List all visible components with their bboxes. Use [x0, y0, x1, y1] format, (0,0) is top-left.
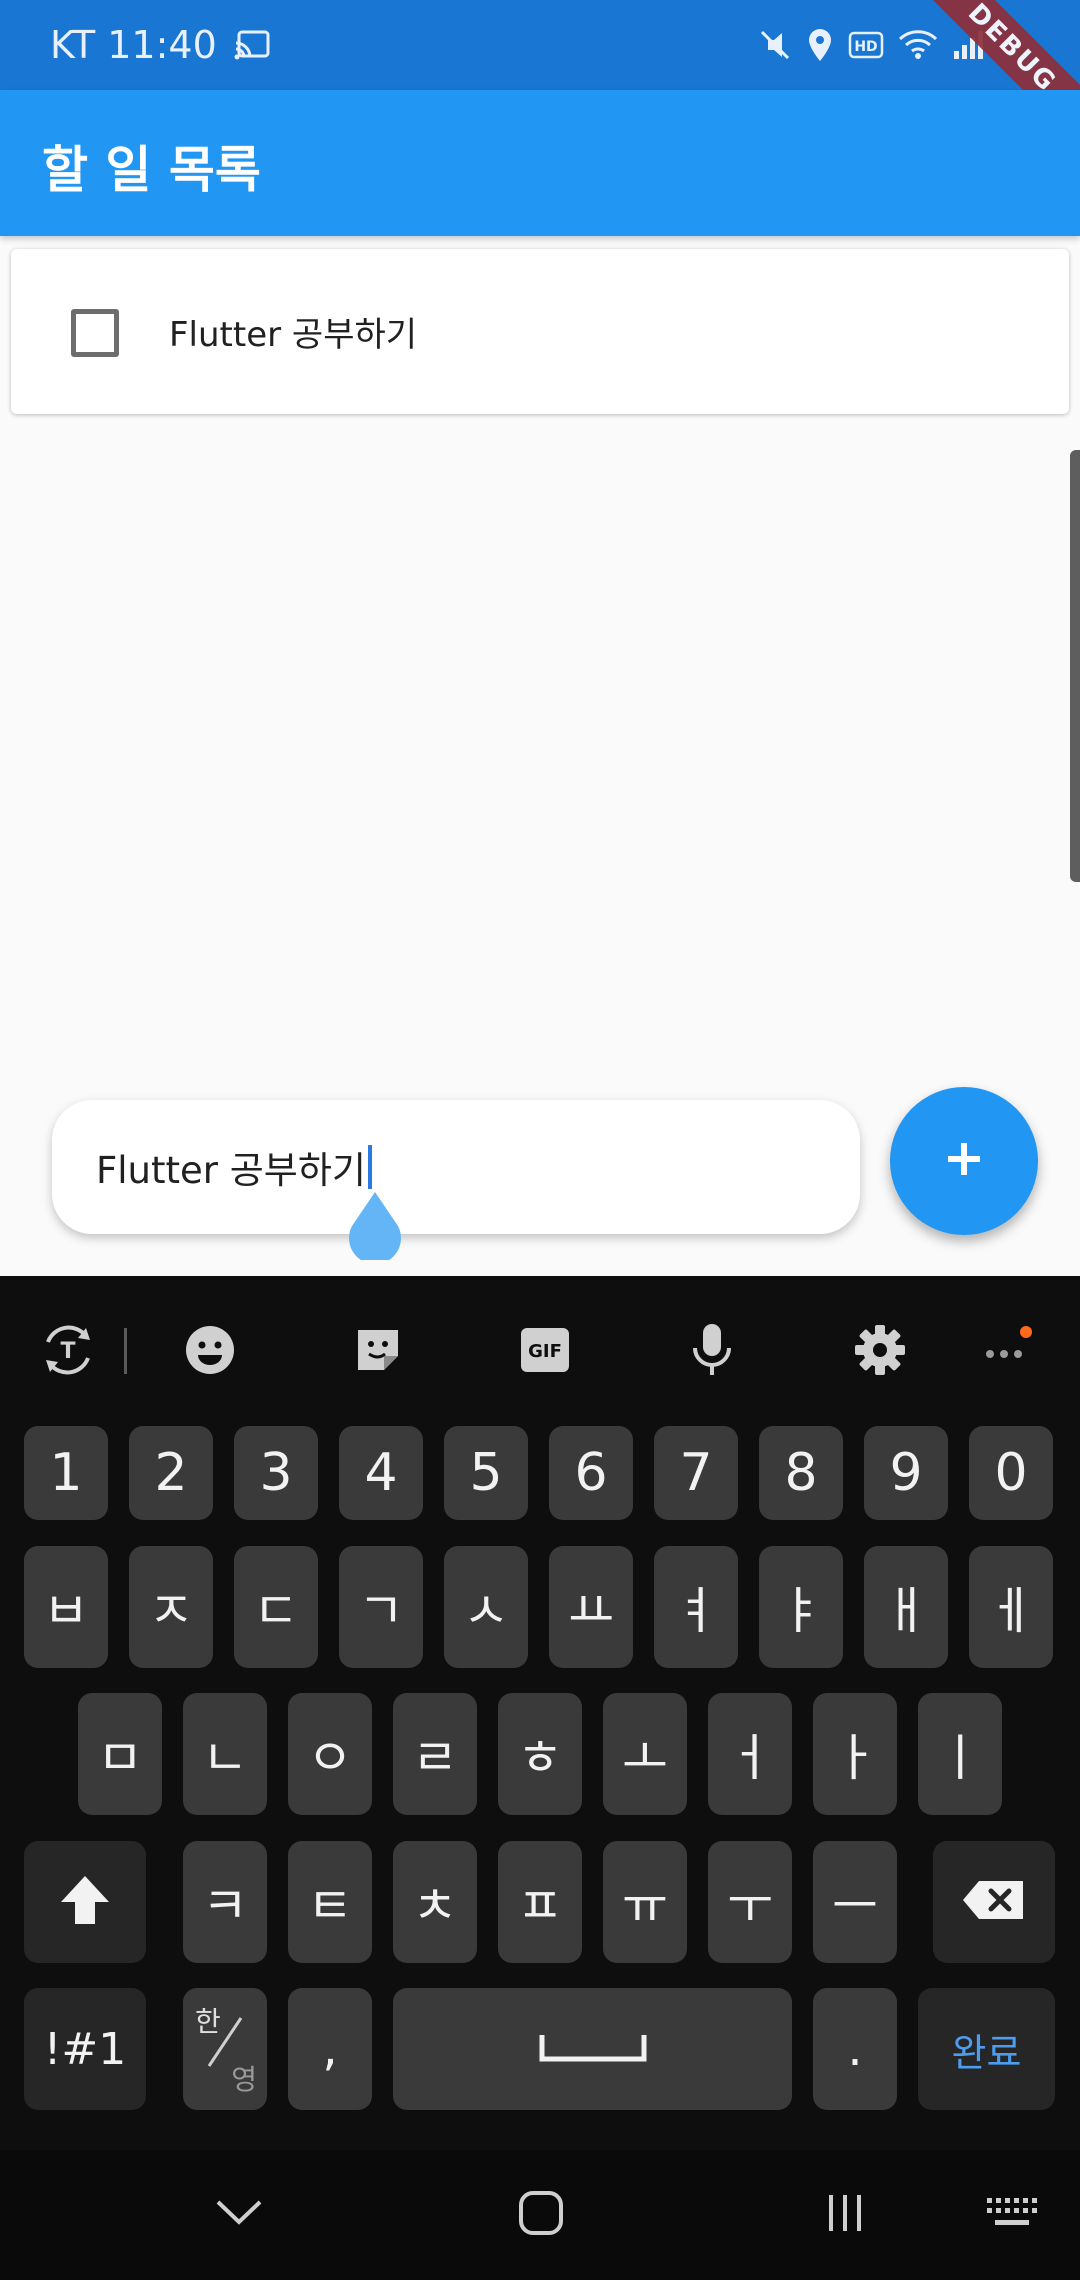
key-7[interactable]: 7: [654, 1426, 738, 1520]
key-jamo[interactable]: ㅇ: [288, 1693, 372, 1815]
chevron-down-icon: [214, 2198, 264, 2232]
keyboard: T GIF 1 2 3 4 5 6 7 8 9 0 ㅂ ㅈ ㄷ ㄱ ㅅ ㅛ ㅕ …: [0, 1276, 1080, 2150]
home-button[interactable]: [496, 2180, 586, 2250]
language-toggle-key[interactable]: 한 영: [183, 1988, 267, 2110]
done-key[interactable]: 완료: [918, 1988, 1055, 2110]
key-jamo[interactable]: ㅠ: [603, 1841, 687, 1963]
key-6[interactable]: 6: [549, 1426, 633, 1520]
page-title: 할 일 목록: [42, 141, 261, 199]
key-jamo[interactable]: ㅑ: [759, 1546, 843, 1668]
status-left: KT 11:40: [50, 22, 271, 68]
shift-arrow-icon: [57, 1872, 113, 1932]
backspace-key[interactable]: [933, 1841, 1055, 1963]
key-jamo[interactable]: ㅔ: [969, 1546, 1053, 1668]
lang-english-label: 영: [231, 2063, 257, 2096]
list-item[interactable]: Flutter 공부하기: [11, 249, 1069, 414]
toolbar-divider: [124, 1328, 127, 1374]
key-8[interactable]: 8: [759, 1426, 843, 1520]
key-jamo[interactable]: ㄷ: [234, 1546, 318, 1668]
key-jamo[interactable]: ㅍ: [498, 1841, 582, 1963]
key-jamo[interactable]: ㅣ: [918, 1693, 1002, 1815]
key-jamo[interactable]: ㅡ: [813, 1841, 897, 1963]
symbols-key[interactable]: !#1: [24, 1988, 146, 2110]
recent-apps-button[interactable]: [800, 2180, 890, 2250]
sticker-icon[interactable]: [346, 1318, 410, 1382]
key-jamo[interactable]: ㄹ: [393, 1693, 477, 1815]
carrier-time: KT 11:40: [50, 23, 217, 67]
key-jamo[interactable]: ㅏ: [813, 1693, 897, 1815]
svg-text:HD: HD: [854, 39, 877, 55]
keyboard-switch-button[interactable]: [966, 2180, 1056, 2250]
key-jamo[interactable]: ㅎ: [498, 1693, 582, 1815]
key-jamo[interactable]: ㅈ: [129, 1546, 213, 1668]
keyboard-icon: [985, 2196, 1037, 2234]
key-jamo[interactable]: ㅅ: [444, 1546, 528, 1668]
app-bar: 할 일 목록: [0, 90, 1080, 236]
gif-icon[interactable]: GIF: [513, 1318, 577, 1382]
key-jamo[interactable]: ㅋ: [183, 1841, 267, 1963]
gif-label: GIF: [528, 1341, 562, 1362]
keyboard-toolbar: T GIF: [0, 1276, 1080, 1424]
todo-input[interactable]: Flutter 공부하기: [52, 1100, 860, 1234]
key-1[interactable]: 1: [24, 1426, 108, 1520]
status-icons: HD: [758, 22, 988, 68]
mic-icon[interactable]: [680, 1318, 744, 1382]
space-key[interactable]: [393, 1988, 792, 2110]
key-jamo[interactable]: ㅌ: [288, 1841, 372, 1963]
svg-text:T: T: [60, 1339, 75, 1364]
navigation-bar: [0, 2150, 1080, 2280]
key-4[interactable]: 4: [339, 1426, 423, 1520]
space-bar-icon: [538, 2029, 648, 2069]
more-icon[interactable]: [974, 1318, 1038, 1382]
period-key[interactable]: .: [813, 1988, 897, 2110]
translate-icon[interactable]: T: [36, 1318, 100, 1382]
comma-key[interactable]: ,: [288, 1988, 372, 2110]
key-jamo[interactable]: ㅊ: [393, 1841, 477, 1963]
hd-icon: HD: [848, 31, 884, 59]
hide-keyboard-button[interactable]: [194, 2180, 284, 2250]
settings-icon[interactable]: [848, 1318, 912, 1382]
cast-icon: [233, 29, 271, 61]
key-jamo[interactable]: ㅗ: [603, 1693, 687, 1815]
status-bar: KT 11:40 HD DEBUG: [0, 0, 1080, 156]
key-jamo[interactable]: ㅁ: [78, 1693, 162, 1815]
key-jamo[interactable]: ㄴ: [183, 1693, 267, 1815]
key-2[interactable]: 2: [129, 1426, 213, 1520]
add-todo-button[interactable]: [890, 1087, 1038, 1235]
key-jamo[interactable]: ㅂ: [24, 1546, 108, 1668]
shift-key[interactable]: [24, 1841, 146, 1963]
home-icon: [517, 2189, 565, 2241]
location-icon: [806, 27, 834, 63]
todo-text: Flutter 공부하기: [169, 315, 418, 355]
key-jamo[interactable]: ㅓ: [708, 1693, 792, 1815]
scrollbar-thumb[interactable]: [1070, 450, 1080, 882]
recent-apps-icon: [823, 2191, 867, 2239]
key-jamo[interactable]: ㅛ: [549, 1546, 633, 1668]
text-caret: [367, 1145, 372, 1189]
todo-input-value: Flutter 공부하기: [96, 1149, 366, 1192]
todo-checkbox[interactable]: [71, 309, 119, 357]
wifi-icon: [898, 29, 938, 61]
caret-handle[interactable]: [346, 1190, 404, 1265]
key-jamo[interactable]: ㅕ: [654, 1546, 738, 1668]
mute-icon: [758, 28, 792, 62]
key-9[interactable]: 9: [864, 1426, 948, 1520]
key-jamo[interactable]: ㄱ: [339, 1546, 423, 1668]
plus-icon: [944, 1139, 984, 1183]
emoji-icon[interactable]: [178, 1318, 242, 1382]
key-jamo[interactable]: ㅜ: [708, 1841, 792, 1963]
key-0[interactable]: 0: [969, 1426, 1053, 1520]
key-3[interactable]: 3: [234, 1426, 318, 1520]
key-jamo[interactable]: ㅐ: [864, 1546, 948, 1668]
key-5[interactable]: 5: [444, 1426, 528, 1520]
backspace-icon: [961, 1879, 1027, 1925]
